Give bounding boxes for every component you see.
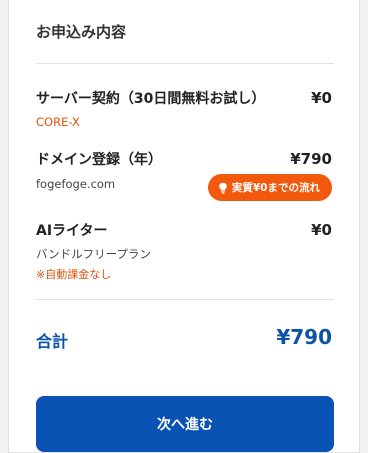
section-title: お申込み内容	[36, 23, 127, 41]
order-summary-card: お申込み内容 サーバー契約（30日間無料お試し） ¥0 CORE-X ドメイン登…	[8, 0, 360, 453]
next-button[interactable]: 次へ進む	[36, 396, 334, 452]
server-contract-price: ¥0	[311, 89, 332, 107]
lightbulb-icon	[219, 182, 227, 194]
total-label: 合計	[36, 332, 69, 351]
server-plan-name: CORE-X	[36, 115, 80, 129]
ai-writer-price: ¥0	[311, 221, 332, 239]
ai-writer-label: AIライター	[36, 223, 108, 239]
ai-writer-plan: バンドルフリープラン	[36, 247, 151, 261]
no-auto-billing-note: ※自動課金なし	[36, 268, 112, 281]
divider	[36, 299, 334, 300]
divider	[36, 63, 334, 64]
badge-label: 実質¥0までの流れ	[231, 182, 320, 194]
total-price: ¥790	[276, 325, 332, 349]
next-button-label: 次へ進む	[157, 417, 213, 433]
domain-registration-price: ¥790	[290, 150, 332, 168]
effective-zero-flow-badge[interactable]: 実質¥0までの流れ	[207, 174, 332, 201]
server-contract-label: サーバー契約（30日間無料お試し）	[36, 91, 266, 107]
domain-registration-label: ドメイン登録（年）	[36, 152, 162, 168]
domain-name: fogefoge.com	[36, 177, 116, 191]
